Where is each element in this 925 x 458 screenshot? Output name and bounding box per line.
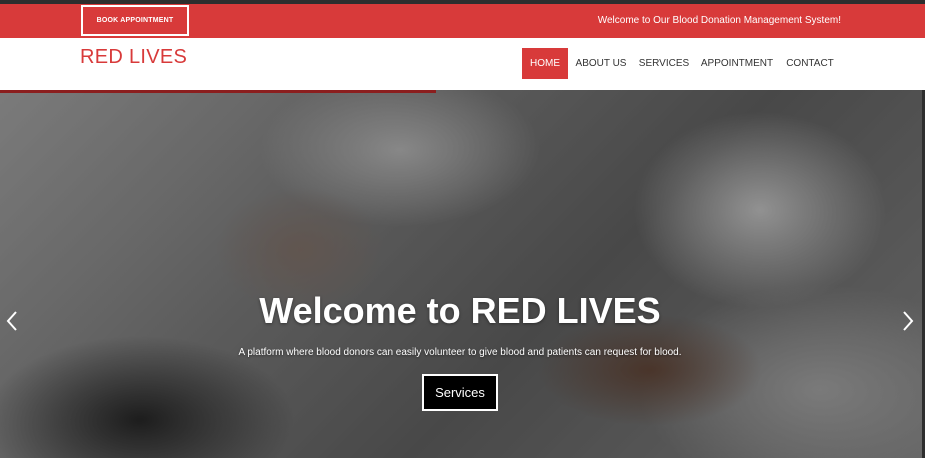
nav-services[interactable]: SERVICES <box>634 48 694 79</box>
carousel-progress-line <box>0 90 436 93</box>
brand-logo[interactable]: RED LIVES <box>80 46 187 69</box>
book-appointment-button[interactable]: BOOK APPOINTMENT <box>81 5 189 36</box>
carousel-next-button[interactable] <box>898 306 918 336</box>
nav-about-us[interactable]: ABOUT US <box>568 48 634 79</box>
nav-appointment[interactable]: APPOINTMENT <box>694 48 780 79</box>
hero-services-button[interactable]: Services <box>422 374 498 411</box>
nav-home[interactable]: HOME <box>522 48 568 79</box>
page: BOOK APPOINTMENT Welcome to Our Blood Do… <box>0 0 925 458</box>
welcome-message: Welcome to Our Blood Donation Management… <box>597 15 841 26</box>
carousel-prev-button[interactable] <box>2 306 22 336</box>
navbar: RED LIVES HOME ABOUT US SERVICES APPOINT… <box>0 38 925 90</box>
hero-carousel: Welcome to RED LIVES A platform where bl… <box>0 90 925 458</box>
top-bar: BOOK APPOINTMENT Welcome to Our Blood Do… <box>0 4 925 38</box>
hero-subtitle: A platform where blood donors can easily… <box>238 347 682 358</box>
hero-title: Welcome to RED LIVES <box>259 290 661 331</box>
chevron-right-icon <box>903 311 914 331</box>
chevron-left-icon <box>6 311 17 331</box>
main-nav: HOME ABOUT US SERVICES APPOINTMENT CONTA… <box>522 48 840 79</box>
nav-contact[interactable]: CONTACT <box>780 48 840 79</box>
